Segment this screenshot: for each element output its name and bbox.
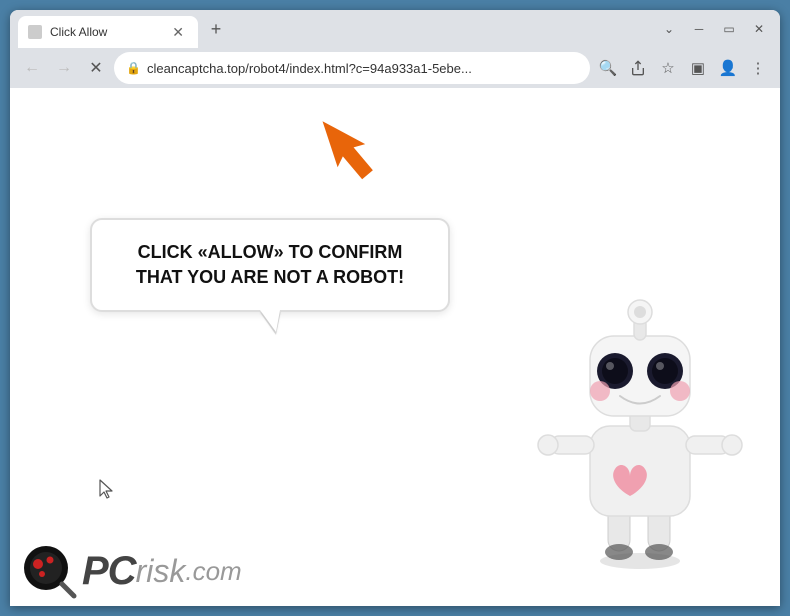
toolbar-icons: 🔍 ☆ ▣ 👤 ⋮ [594, 54, 772, 82]
tab-area: Click Allow ✕ + [18, 10, 648, 48]
pcrisk-risk-text: risk [136, 553, 186, 590]
pcrisk-logo: PCrisk.com [10, 536, 252, 606]
bookmark-icon[interactable]: ☆ [654, 54, 682, 82]
address-bar[interactable]: 🔒 cleancaptcha.top/robot4/index.html?c=9… [114, 52, 590, 84]
search-icon[interactable]: 🔍 [594, 54, 622, 82]
toolbar: ← → ✕ 🔒 cleancaptcha.top/robot4/index.ht… [10, 48, 780, 88]
url-text: cleancaptcha.top/robot4/index.html?c=94a… [147, 61, 578, 76]
chevron-down-icon[interactable]: ⌄ [656, 16, 682, 42]
desktop-icon[interactable]: ▣ [684, 54, 712, 82]
tab-close-button[interactable]: ✕ [168, 23, 188, 41]
browser-window: Click Allow ✕ + ⌄ ─ ▭ ✕ ← → ✕ 🔒 cleancap… [10, 10, 780, 606]
lock-icon: 🔒 [126, 61, 141, 75]
active-tab[interactable]: Click Allow ✕ [18, 16, 198, 48]
robot-illustration [530, 256, 750, 576]
pcrisk-pc-text: PC [82, 549, 136, 594]
maximize-button[interactable]: ▭ [716, 16, 742, 42]
page-content: CLICK «ALLOW» TO CONFIRM THAT YOU ARE NO… [10, 88, 780, 606]
reload-button[interactable]: ✕ [82, 54, 110, 82]
menu-icon[interactable]: ⋮ [744, 54, 772, 82]
tab-title: Click Allow [50, 25, 160, 39]
minimize-button[interactable]: ─ [686, 16, 712, 42]
share-icon[interactable] [624, 54, 652, 82]
pcrisk-dotcom-text: .com [185, 556, 241, 587]
bubble-text: CLICK «ALLOW» TO CONFIRM THAT YOU ARE NO… [116, 240, 424, 290]
profile-icon[interactable]: 👤 [714, 54, 742, 82]
speech-bubble: CLICK «ALLOW» TO CONFIRM THAT YOU ARE NO… [90, 218, 450, 312]
forward-button[interactable]: → [50, 54, 78, 82]
mouse-cursor [98, 478, 116, 505]
new-tab-button[interactable]: + [202, 15, 230, 43]
tab-favicon [28, 25, 42, 39]
back-button[interactable]: ← [18, 54, 46, 82]
close-button[interactable]: ✕ [746, 16, 772, 42]
title-bar: Click Allow ✕ + ⌄ ─ ▭ ✕ [10, 10, 780, 48]
window-controls: ⌄ ─ ▭ ✕ [648, 16, 772, 42]
